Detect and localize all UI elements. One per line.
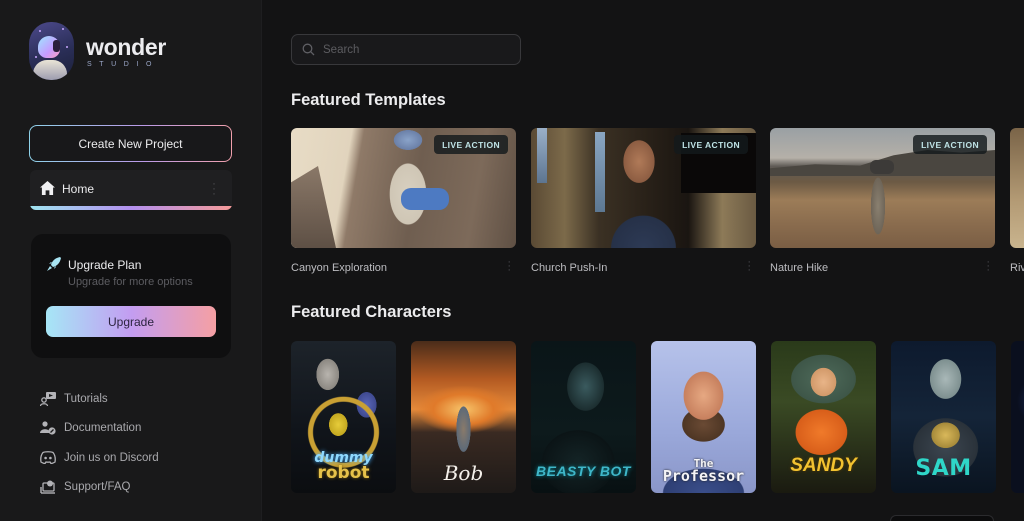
more-options-icon[interactable]: · · · — [212, 177, 216, 199]
more-options-icon[interactable]: · · · — [507, 257, 511, 276]
template-card[interactable]: LIVE ACTION Church Push-In · · · — [531, 128, 756, 276]
live-action-badge: LIVE ACTION — [434, 135, 508, 154]
live-action-badge: LIVE ACTION — [913, 135, 987, 154]
character-title: BEASTY BOT — [536, 463, 631, 479]
upgrade-plan-card: Upgrade Plan Upgrade for more options Up… — [31, 234, 231, 358]
home-icon — [40, 181, 55, 195]
search-icon — [302, 43, 315, 56]
character-card-beasty-bot[interactable]: BEASTY BOT — [531, 341, 636, 493]
character-card-partial[interactable] — [1011, 341, 1024, 493]
create-new-project-button[interactable]: Create New Project — [29, 125, 232, 162]
brand-name: wonder — [86, 33, 166, 60]
character-card-sam[interactable]: SAM — [891, 341, 996, 493]
link-label: Support/FAQ — [64, 481, 131, 494]
rocket-icon — [47, 257, 61, 271]
character-title: The Professor — [662, 457, 745, 485]
bottom-floating-panel — [890, 515, 994, 521]
brand-subtitle: STUDIO — [87, 60, 160, 68]
template-card[interactable]: Riv — [1010, 128, 1024, 274]
more-options-icon[interactable]: · · · — [986, 257, 990, 276]
tutorial-icon — [39, 391, 56, 406]
character-card-the-professor[interactable]: The Professor — [651, 341, 756, 493]
more-options-icon[interactable]: · · · — [747, 257, 751, 276]
search-box[interactable] — [291, 34, 521, 65]
upgrade-title: Upgrade Plan — [68, 258, 142, 272]
active-indicator — [30, 206, 232, 210]
template-card[interactable]: LIVE ACTION Nature Hike · · · — [770, 128, 995, 276]
link-label: Join us on Discord — [64, 451, 159, 464]
character-card-sandy[interactable]: SANDY — [771, 341, 876, 493]
link-label: Tutorials — [64, 392, 108, 405]
template-name: Canyon Exploration — [291, 262, 388, 274]
sidebar-item-home[interactable]: Home · · · — [30, 170, 232, 210]
sidebar-item-label: Home — [62, 182, 95, 196]
upgrade-subtitle: Upgrade for more options — [68, 276, 193, 288]
support-icon — [39, 480, 56, 494]
link-tutorials[interactable]: Tutorials — [39, 384, 159, 414]
character-card-dummy-robot[interactable]: dummy robot — [291, 341, 396, 493]
live-action-badge: LIVE ACTION — [674, 135, 748, 154]
link-label: Documentation — [64, 422, 142, 435]
character-title: dummy robot — [314, 450, 373, 483]
link-support-faq[interactable]: Support/FAQ — [39, 473, 159, 503]
search-input[interactable] — [323, 43, 503, 56]
template-name: Nature Hike — [770, 262, 829, 274]
featured-templates-title: Featured Templates — [291, 91, 446, 109]
brand-logo[interactable]: wonder STUDIO — [29, 22, 166, 80]
logo-avatar-icon — [29, 22, 74, 80]
featured-characters-title: Featured Characters — [291, 303, 452, 321]
template-thumbnail[interactable]: LIVE ACTION — [531, 128, 756, 248]
documentation-icon — [39, 421, 56, 435]
create-new-project-label: Create New Project — [30, 126, 231, 161]
discord-icon — [39, 451, 56, 465]
template-thumbnail[interactable]: LIVE ACTION — [291, 128, 516, 248]
character-card-bob[interactable]: Bob — [411, 341, 516, 493]
character-title: Bob — [443, 461, 484, 485]
link-documentation[interactable]: Documentation — [39, 414, 159, 444]
help-links: Tutorials Documentation Join us on Disco… — [39, 384, 159, 502]
sidebar: wonder STUDIO Create New Project Home · ·… — [0, 0, 262, 521]
upgrade-button[interactable]: Upgrade — [46, 306, 216, 337]
template-thumbnail[interactable]: LIVE ACTION — [770, 128, 995, 248]
template-thumbnail[interactable] — [1010, 128, 1024, 248]
template-name: Riv — [1010, 262, 1024, 274]
character-title: SAM — [915, 456, 972, 481]
character-title: SANDY — [790, 455, 857, 476]
template-card[interactable]: LIVE ACTION Canyon Exploration · · · — [291, 128, 516, 276]
link-discord[interactable]: Join us on Discord — [39, 443, 159, 473]
template-name: Church Push-In — [531, 262, 608, 274]
